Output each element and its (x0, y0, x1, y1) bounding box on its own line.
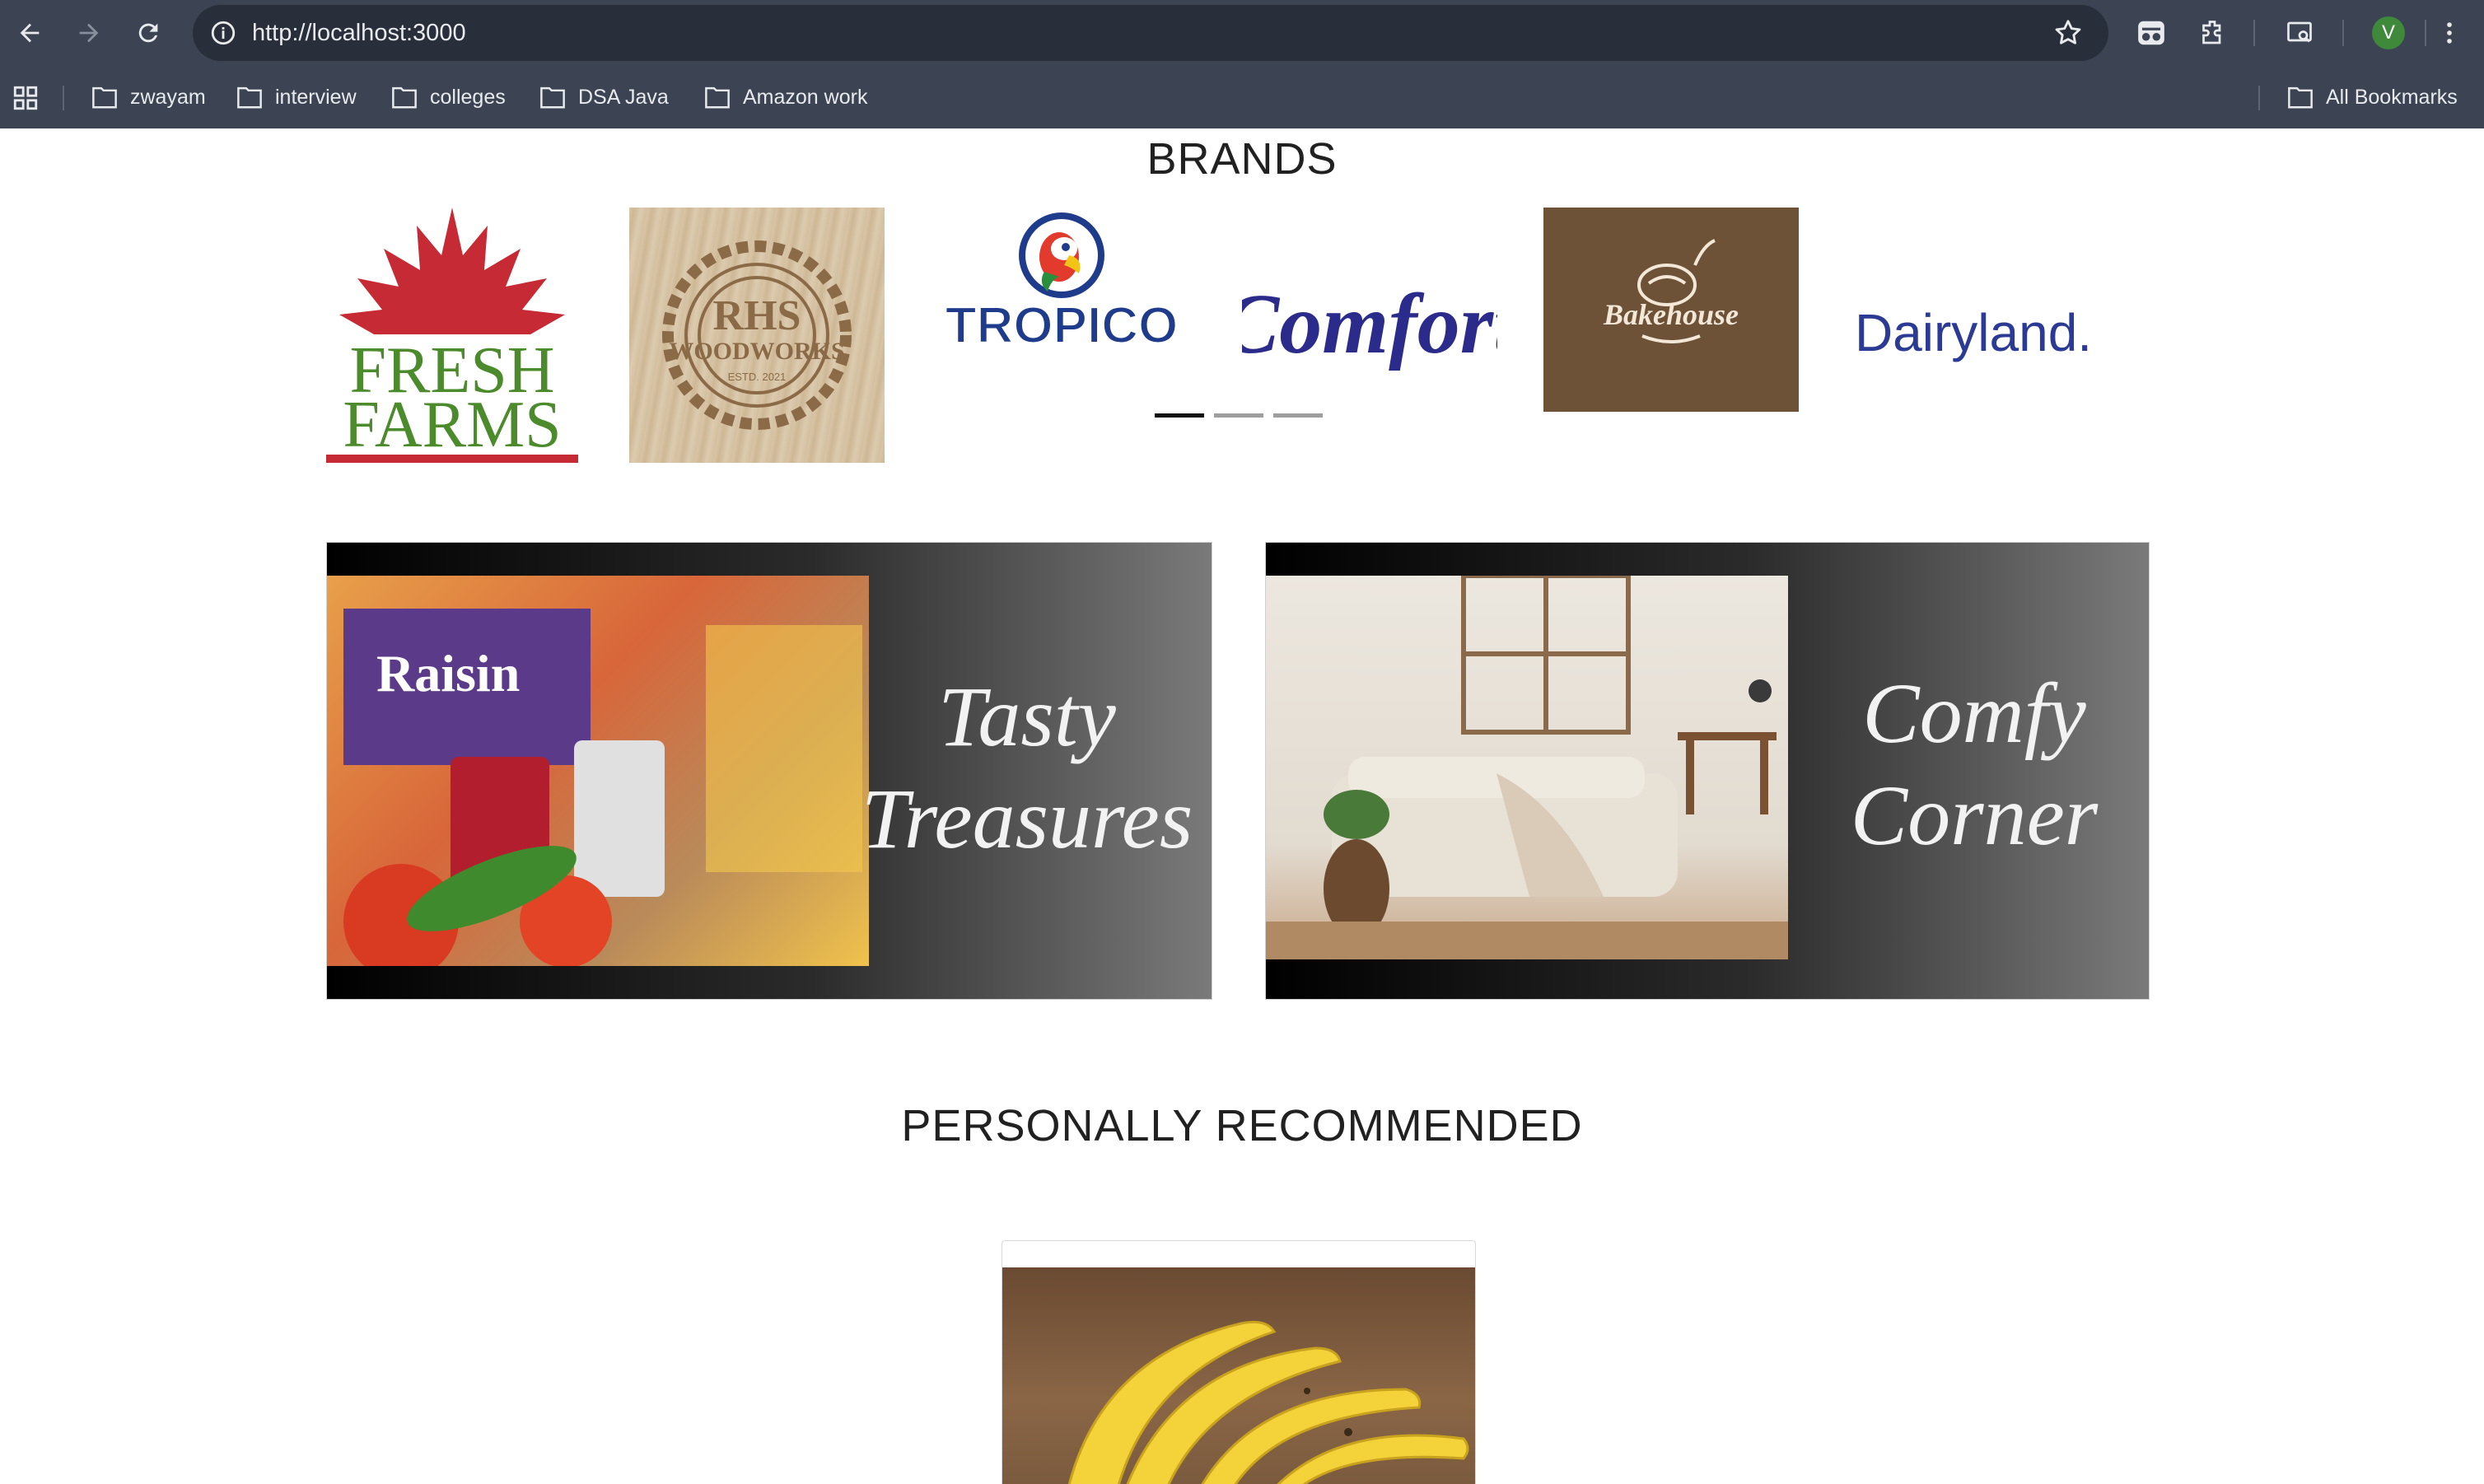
more-menu-icon[interactable] (2433, 16, 2466, 49)
brand-logo-comfort[interactable]: Comfort (1242, 268, 1497, 392)
apps-grid-icon[interactable] (12, 84, 40, 112)
carousel-indicator-2[interactable] (1214, 413, 1263, 418)
folder-icon (392, 86, 417, 109)
toolbar-separator (2425, 20, 2426, 46)
estd-text: ESTD. 2021 (728, 371, 787, 383)
bookmark-folder-colleges[interactable]: colleges (390, 81, 506, 114)
site-info-icon[interactable] (206, 16, 240, 50)
bookmark-label: Amazon work (743, 85, 868, 109)
bookmark-label: DSA Java (578, 85, 669, 109)
carousel-indicator-3[interactable] (1273, 413, 1323, 418)
toolbar-separator (2253, 20, 2255, 46)
all-bookmarks-button[interactable]: All Bookmarks (2286, 81, 2458, 114)
bookmark-label: interview (275, 85, 357, 109)
toolbar-separator (2342, 20, 2344, 46)
brand-logo-dairyland[interactable]: Dairyland. (1850, 293, 2105, 384)
brand-logo-bakehouse[interactable]: Bakehouse (1543, 208, 1799, 412)
arrow-left-icon (20, 23, 40, 43)
incognito-extension-icon[interactable] (2135, 16, 2168, 49)
bookmark-folder-amazon-work[interactable]: Amazon work (703, 81, 867, 114)
brand-logo-fresh-farms[interactable]: FRESH FARMS (326, 208, 578, 464)
banner-title-line1: Comfy (1862, 666, 2086, 761)
reload-button[interactable] (130, 15, 166, 51)
reload-icon (138, 23, 158, 43)
profile-avatar[interactable]: V (2372, 16, 2405, 49)
rhs-text: RHS (713, 292, 801, 339)
folder-icon (540, 86, 565, 109)
svg-text:Raisin: Raisin (376, 644, 520, 702)
bookmark-star-icon[interactable] (2052, 17, 2084, 49)
groceries-photo: Raisin (327, 576, 869, 966)
product-card[interactable] (1002, 1240, 1476, 1484)
brand-logo-tropico[interactable]: TROPICO (936, 208, 1191, 364)
banner-title-line2: Corner (1850, 768, 2099, 863)
browser-toolbar: http://localhost:3000 V (0, 0, 2484, 66)
bookmark-folder-dsa-java[interactable]: DSA Java (539, 81, 669, 114)
page-content: BRANDS FRESH FARMS RHS WOODWORKS ESTD. 2… (0, 128, 2484, 1484)
recommended-heading: PERSONALLY RECOMMENDED (901, 1101, 1583, 1150)
folder-icon (92, 86, 117, 109)
tropico-text: TROPICO (946, 297, 1178, 354)
all-bookmarks-label: All Bookmarks (2326, 85, 2458, 109)
living-room-photo (1266, 576, 1788, 959)
banner-title-line1: Tasty (938, 670, 1116, 764)
url-text[interactable]: http://localhost:3000 (252, 5, 466, 61)
banner-title: Comfy Corner (1809, 663, 2139, 867)
comfort-text: Comfort (1242, 277, 1497, 371)
banner-title-line2: Treasures (861, 772, 1193, 866)
bookmarks-separator (63, 86, 64, 110)
carousel-indicator-1[interactable] (1155, 413, 1204, 418)
back-button[interactable] (12, 15, 48, 51)
folder-icon (2288, 86, 2313, 109)
extensions-icon[interactable] (2196, 16, 2229, 49)
brands-heading: BRANDS (1146, 134, 1338, 184)
bookmark-folder-interview[interactable]: interview (236, 81, 357, 114)
dairyland-text: Dairyland. (1855, 303, 2092, 362)
folder-icon (705, 86, 730, 109)
brands-carousel-indicators (1155, 413, 1323, 418)
woodworks-text: WOODWORKS (669, 338, 844, 365)
address-bar[interactable]: http://localhost:3000 (193, 5, 2108, 61)
tab-search-icon[interactable] (2283, 16, 2316, 49)
forward-button[interactable] (71, 15, 107, 51)
banner-tasty-treasures[interactable]: Raisin Tasty Treasures (326, 542, 1212, 1000)
fresh-farms-line2: FARMS (343, 389, 561, 461)
bookmarks-bar: zwayam interview colleges DSA Java Amazo… (0, 66, 2484, 128)
folder-icon (237, 86, 262, 109)
banner-title: Tasty Treasures (854, 666, 1200, 870)
bookmark-folder-zwayam[interactable]: zwayam (91, 81, 206, 114)
bookmark-label: colleges (430, 85, 506, 109)
bakehouse-text: Bakehouse (1603, 298, 1739, 331)
banner-comfy-corner[interactable]: Comfy Corner (1265, 542, 2150, 1000)
product-image-bananas (1002, 1267, 1475, 1484)
browser-chrome: http://localhost:3000 V zwayam interview (0, 0, 2484, 128)
bookmarks-separator (2258, 86, 2260, 110)
bookmark-label: zwayam (130, 85, 206, 109)
brand-logo-rhs-woodworks[interactable]: RHS WOODWORKS ESTD. 2021 (629, 208, 885, 463)
arrow-right-icon (79, 23, 99, 43)
